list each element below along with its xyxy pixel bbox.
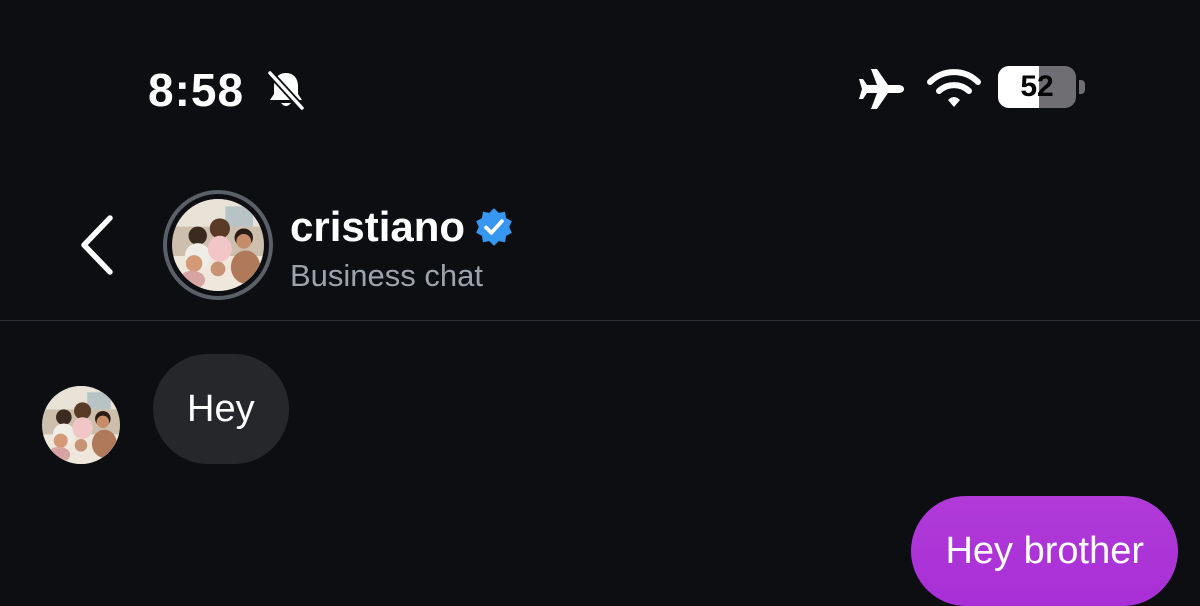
message-sender-avatar[interactable] [42,386,120,464]
wifi-icon [927,69,981,107]
battery-level: 52 [1020,70,1054,103]
outgoing-message-bubble[interactable]: Hey brother [911,496,1178,606]
verified-badge-icon [476,208,512,246]
bell-off-icon [266,69,306,112]
chat-header: cristiano Business chat [0,180,1200,320]
contact-name: cristiano [290,203,466,250]
battery-body: 52 [998,66,1076,108]
contact-name-row[interactable]: cristiano [290,200,515,254]
contact-subtitle: Business chat [290,258,483,293]
airplane-icon [859,69,904,109]
contact-avatar[interactable] [163,190,273,300]
avatar-photo [172,199,264,291]
header-divider [0,320,1200,321]
status-bar: 8:58 52 [0,0,1200,180]
incoming-message-bubble[interactable]: Hey [153,354,289,464]
battery-icon: 52 [998,66,1088,110]
status-time: 8:58 [148,64,245,116]
back-button[interactable] [70,210,130,280]
battery-tip [1079,80,1085,94]
